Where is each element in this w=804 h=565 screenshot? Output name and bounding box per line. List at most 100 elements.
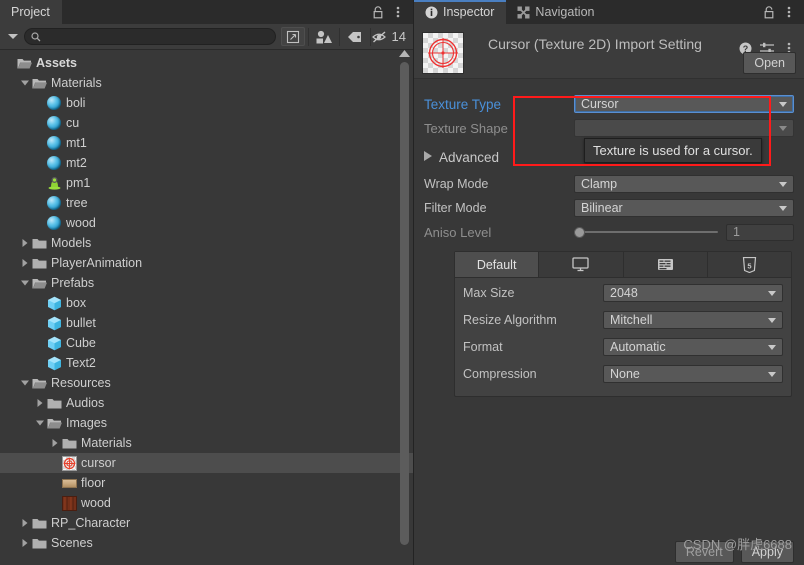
- tab-navigation[interactable]: Navigation: [506, 0, 606, 24]
- tree-row-assets[interactable]: Assets: [0, 53, 413, 73]
- tree-row-bullet[interactable]: bullet: [0, 313, 413, 333]
- tree-row-box[interactable]: box: [0, 293, 413, 313]
- tree-row-wood[interactable]: wood: [0, 493, 413, 513]
- open-button[interactable]: Open: [743, 52, 796, 74]
- chevron-down-icon[interactable]: [2, 25, 24, 49]
- chevron-down-icon: [768, 371, 776, 377]
- slider-knob[interactable]: [574, 226, 585, 238]
- twisty-none: [48, 493, 61, 513]
- tab-platform-standalone[interactable]: [539, 252, 624, 277]
- tree-row-cu[interactable]: cu: [0, 113, 413, 133]
- wrap-mode-value: Clamp: [581, 177, 618, 191]
- floor-texture-icon: [61, 475, 77, 491]
- filter-mode-dropdown[interactable]: Bilinear: [574, 199, 794, 217]
- project-scrollbar[interactable]: [398, 46, 411, 563]
- hidden-assets-count: 14: [391, 29, 406, 44]
- platform-row-dropdown[interactable]: None: [603, 365, 783, 383]
- filter-mode-label: Filter Mode: [424, 201, 487, 215]
- physic-material-icon: [46, 175, 62, 191]
- chevron-down-icon: [779, 101, 787, 107]
- scroll-thumb[interactable]: [400, 62, 409, 545]
- material-sphere-icon: [46, 95, 62, 111]
- twisty-collapsed-icon[interactable]: [33, 393, 46, 413]
- aniso-level-value[interactable]: 1: [726, 223, 794, 241]
- tree-row-rp-character[interactable]: RP_Character: [0, 513, 413, 533]
- texture-shape-dropdown[interactable]: [574, 119, 794, 137]
- tree-row-boli[interactable]: boli: [0, 93, 413, 113]
- tab-platform-webgl[interactable]: 5: [707, 252, 791, 277]
- platform-row-compression: Compression None: [455, 362, 791, 386]
- tab-platform-default[interactable]: Default: [455, 252, 540, 277]
- cursor-reticle-icon: [422, 32, 464, 74]
- tree-row-mt1[interactable]: mt1: [0, 133, 413, 153]
- texture-type-dropdown[interactable]: Cursor: [574, 95, 794, 113]
- search-box[interactable]: [24, 28, 276, 45]
- prefab-cube-icon: [46, 315, 62, 331]
- twisty-expanded-icon[interactable]: [33, 413, 46, 433]
- open-button-row: Open: [743, 52, 796, 74]
- tree-row-pm1[interactable]: pm1: [0, 173, 413, 193]
- tree-row-scenes[interactable]: Scenes: [0, 533, 413, 553]
- tree-row-playeranimation[interactable]: PlayerAnimation: [0, 253, 413, 273]
- twisty-collapsed-icon[interactable]: [18, 253, 31, 273]
- tree-row-mt2[interactable]: mt2: [0, 153, 413, 173]
- project-toolbar: 14: [0, 24, 413, 50]
- platform-tabs: Default 5: [455, 252, 791, 278]
- tree-row-label: wood: [81, 496, 111, 510]
- platform-row-dropdown[interactable]: Mitchell: [603, 311, 783, 329]
- platform-row-resize-algorithm: Resize Algorithm Mitchell: [455, 308, 791, 332]
- tree-row-wood[interactable]: wood: [0, 213, 413, 233]
- search-icon: [31, 31, 41, 41]
- tree-row-prefabs[interactable]: Prefabs: [0, 273, 413, 293]
- tab-platform-android[interactable]: [623, 252, 708, 277]
- twisty-none: [33, 353, 46, 373]
- platform-row-dropdown[interactable]: Automatic: [603, 338, 783, 356]
- wrap-mode-label: Wrap Mode: [424, 177, 489, 191]
- tab-inspector[interactable]: Inspector: [414, 0, 507, 24]
- kebab-menu-icon[interactable]: [389, 2, 407, 22]
- asset-type-filter-icon[interactable]: [309, 25, 339, 49]
- twisty-expanded-icon[interactable]: [18, 73, 31, 93]
- tabbar-spacer: [62, 0, 369, 24]
- tree-row-resources[interactable]: Resources: [0, 373, 413, 393]
- tree-row-materials[interactable]: Materials: [0, 433, 413, 453]
- tree-row-audios[interactable]: Audios: [0, 393, 413, 413]
- wrap-mode-dropdown[interactable]: Clamp: [574, 175, 794, 193]
- tree-row-images[interactable]: Images: [0, 413, 413, 433]
- platform-row-dropdown[interactable]: 2048: [603, 284, 783, 302]
- twisty-collapsed-icon[interactable]: [48, 433, 61, 453]
- twisty-none: [33, 173, 46, 193]
- tree-row-text2[interactable]: Text2: [0, 353, 413, 373]
- tree-row-materials[interactable]: Materials: [0, 73, 413, 93]
- twisty-expanded-icon[interactable]: [18, 273, 31, 293]
- search-in-scene-icon[interactable]: [280, 27, 305, 46]
- twisty-none: [33, 333, 46, 353]
- twisty-collapsed-icon[interactable]: [18, 533, 31, 553]
- tree-row-label: cursor: [81, 456, 116, 470]
- inspector-panel: Inspector Navigation Cursor (Texture 2D)…: [414, 0, 804, 565]
- aniso-level-control: 1: [574, 223, 794, 241]
- project-asset-tree[interactable]: Assets Materials boli cu mt1 mt2 pm1 tree wood Mo…: [0, 50, 413, 565]
- search-input[interactable]: [41, 30, 269, 43]
- tree-row-models[interactable]: Models: [0, 233, 413, 253]
- tree-row-cube[interactable]: Cube: [0, 333, 413, 353]
- twisty-collapsed-icon[interactable]: [18, 233, 31, 253]
- tree-row-label: wood: [66, 216, 96, 230]
- tree-row-tree[interactable]: tree: [0, 193, 413, 213]
- platform-row-label: Resize Algorithm: [463, 313, 557, 327]
- aniso-level-slider[interactable]: [574, 225, 718, 239]
- hidden-assets-toggle[interactable]: 14: [371, 29, 411, 44]
- lock-icon[interactable]: [369, 2, 387, 22]
- twisty-expanded-icon[interactable]: [18, 373, 31, 393]
- twisty-none: [33, 113, 46, 133]
- kebab-menu-icon[interactable]: [780, 2, 798, 22]
- tab-project-label: Project: [11, 5, 50, 19]
- lock-icon[interactable]: [760, 2, 778, 22]
- tree-row-label: Materials: [51, 76, 102, 90]
- scroll-up-arrow-icon[interactable]: [399, 46, 410, 60]
- label-tag-icon[interactable]: [340, 25, 370, 49]
- twisty-collapsed-icon[interactable]: [18, 513, 31, 533]
- tree-row-cursor[interactable]: cursor: [0, 453, 413, 473]
- tab-project[interactable]: Project: [0, 0, 62, 24]
- tree-row-floor[interactable]: floor: [0, 473, 413, 493]
